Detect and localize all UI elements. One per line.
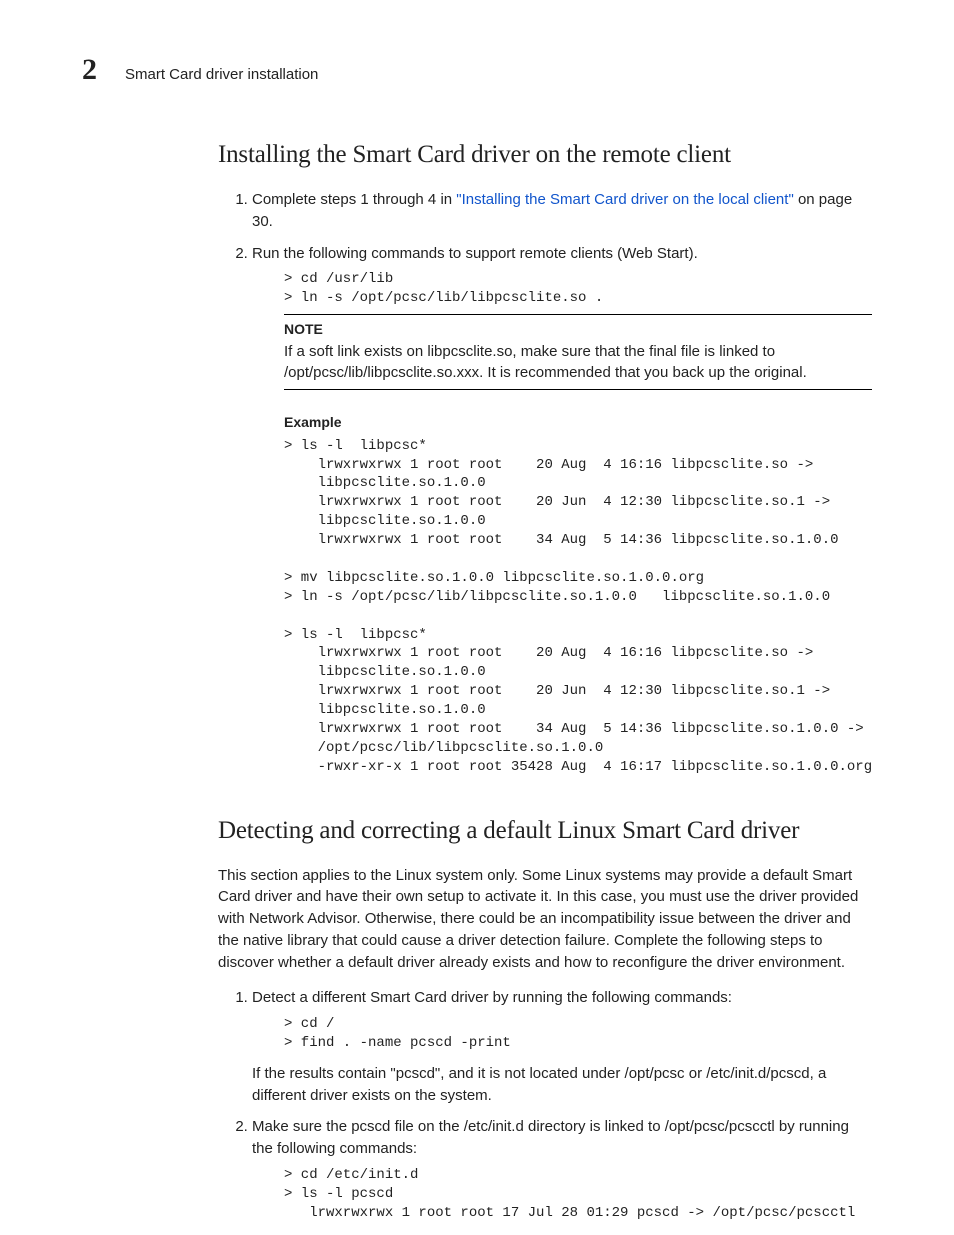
detect-step-2-text: Make sure the pcscd file on the /etc/ini… xyxy=(252,1118,849,1157)
step-1-prefix: Complete steps 1 through 4 in xyxy=(252,191,456,208)
note-body: If a soft link exists on libpcsclite.so,… xyxy=(284,341,872,383)
note-label: NOTE xyxy=(284,319,872,339)
detect-step-1-text: Detect a different Smart Card driver by … xyxy=(252,989,732,1006)
cross-ref-link[interactable]: "Installing the Smart Card driver on the… xyxy=(456,191,793,208)
step-1: Complete steps 1 through 4 in "Installin… xyxy=(252,189,872,233)
page: 2 Smart Card driver installation Install… xyxy=(0,0,954,1235)
step-2-text: Run the following commands to support re… xyxy=(252,245,698,262)
detect-step-2: Make sure the pcscd file on the /etc/ini… xyxy=(252,1116,872,1222)
note-rule-top xyxy=(284,314,872,315)
example-label: Example xyxy=(284,412,872,432)
note-rule-bottom xyxy=(284,389,872,390)
running-header: 2 Smart Card driver installation xyxy=(82,55,872,85)
section-heading-install-remote: Installing the Smart Card driver on the … xyxy=(218,141,872,169)
install-remote-steps: Complete steps 1 through 4 in "Installin… xyxy=(218,189,872,777)
detect-step-1-after: If the results contain "pcscd", and it i… xyxy=(252,1063,872,1107)
detect-linux-steps: Detect a different Smart Card driver by … xyxy=(218,987,872,1222)
code-block-step2: > cd /usr/lib > ln -s /opt/pcsc/lib/libp… xyxy=(284,270,872,308)
section2-intro: This section applies to the Linux system… xyxy=(218,865,872,974)
main-content: Installing the Smart Card driver on the … xyxy=(218,141,872,1223)
detect-step2-code: > cd /etc/init.d > ls -l pcscd lrwxrwxrw… xyxy=(284,1166,872,1223)
example-code-block: > ls -l libpcsc* lrwxrwxrwx 1 root root … xyxy=(284,437,872,777)
detect-step1-code: > cd / > find . -name pcscd -print xyxy=(284,1015,872,1053)
detect-step-1: Detect a different Smart Card driver by … xyxy=(252,987,872,1106)
running-title: Smart Card driver installation xyxy=(125,66,318,83)
chapter-number: 2 xyxy=(82,55,97,85)
section-heading-detect-linux: Detecting and correcting a default Linux… xyxy=(218,817,872,845)
step-2: Run the following commands to support re… xyxy=(252,243,872,777)
